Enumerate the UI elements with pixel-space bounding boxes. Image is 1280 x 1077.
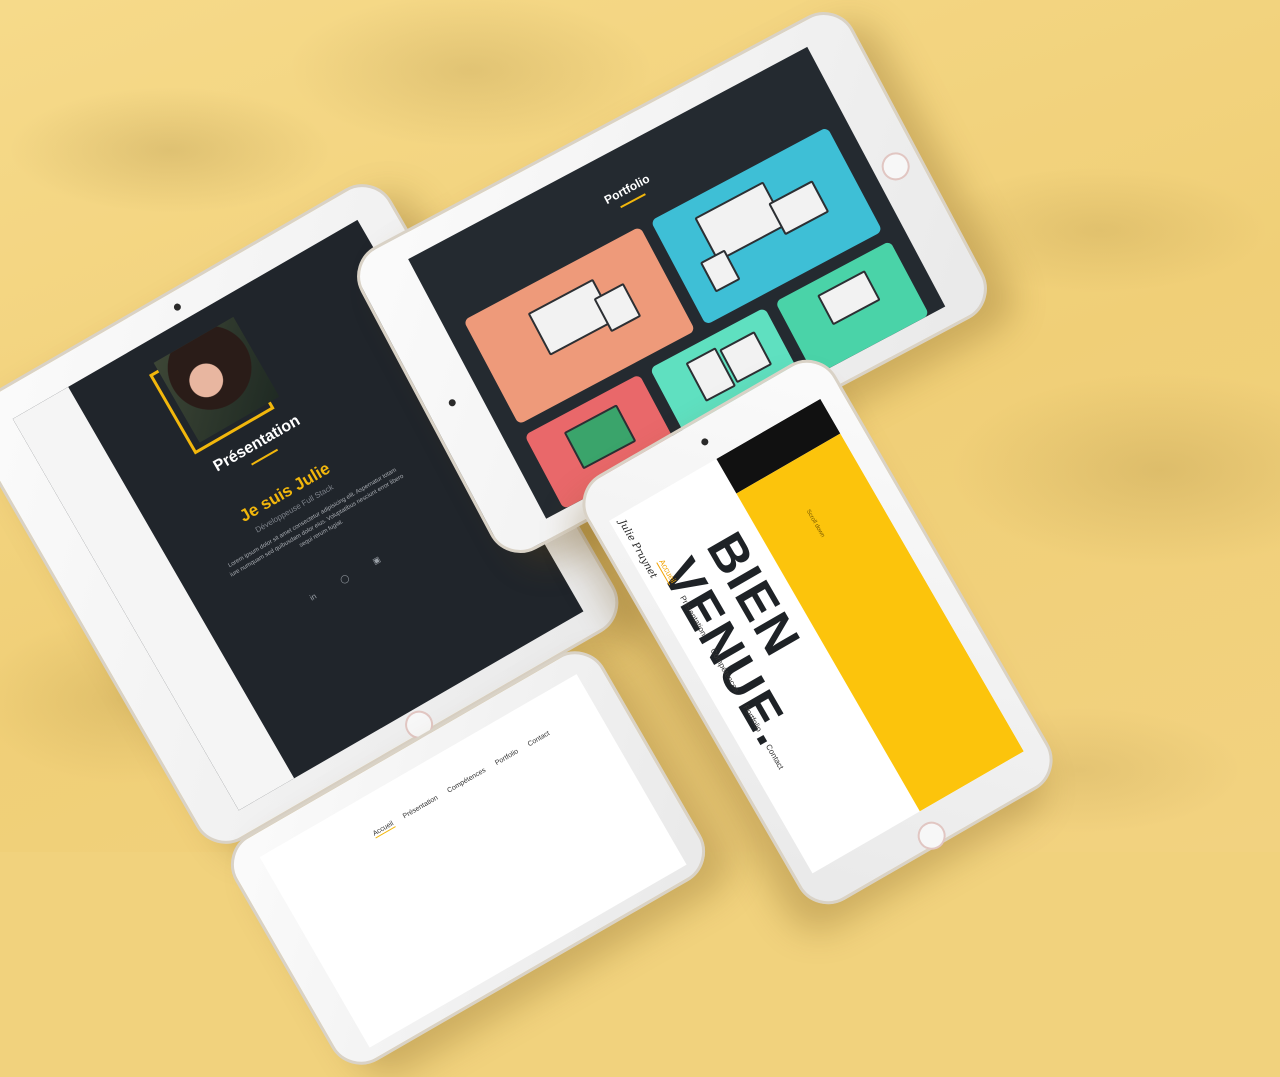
- nav-presentation[interactable]: Présentation: [402, 795, 440, 822]
- home-button[interactable]: [876, 147, 915, 186]
- instagram-icon[interactable]: ▣: [371, 555, 382, 567]
- nav-accueil[interactable]: Accueil: [371, 820, 396, 839]
- camera-dot: [700, 437, 710, 447]
- github-icon[interactable]: ◯: [338, 573, 350, 585]
- linkedin-icon[interactable]: in: [308, 592, 318, 603]
- camera-dot: [447, 398, 457, 408]
- nav-contact[interactable]: Contact: [763, 743, 786, 772]
- laptop-mockup: [694, 181, 787, 263]
- camera-dot: [172, 302, 183, 312]
- signature-logo[interactable]: Julie Pruynet: [616, 518, 658, 581]
- monitor-mockup: [817, 270, 881, 326]
- nav-portfolio[interactable]: Portfolio: [494, 748, 520, 768]
- nav-contact[interactable]: Contact: [527, 730, 552, 749]
- tablet-mockup: [699, 249, 741, 293]
- main-nav: Accueil Présentation Compétences Portfol…: [371, 730, 552, 839]
- presenter-role: Développeuse Full Stack: [253, 482, 335, 535]
- nav-competences[interactable]: Compétences: [446, 767, 487, 796]
- social-links: in ◯ ▣: [308, 555, 382, 603]
- profile-photo: [153, 316, 280, 443]
